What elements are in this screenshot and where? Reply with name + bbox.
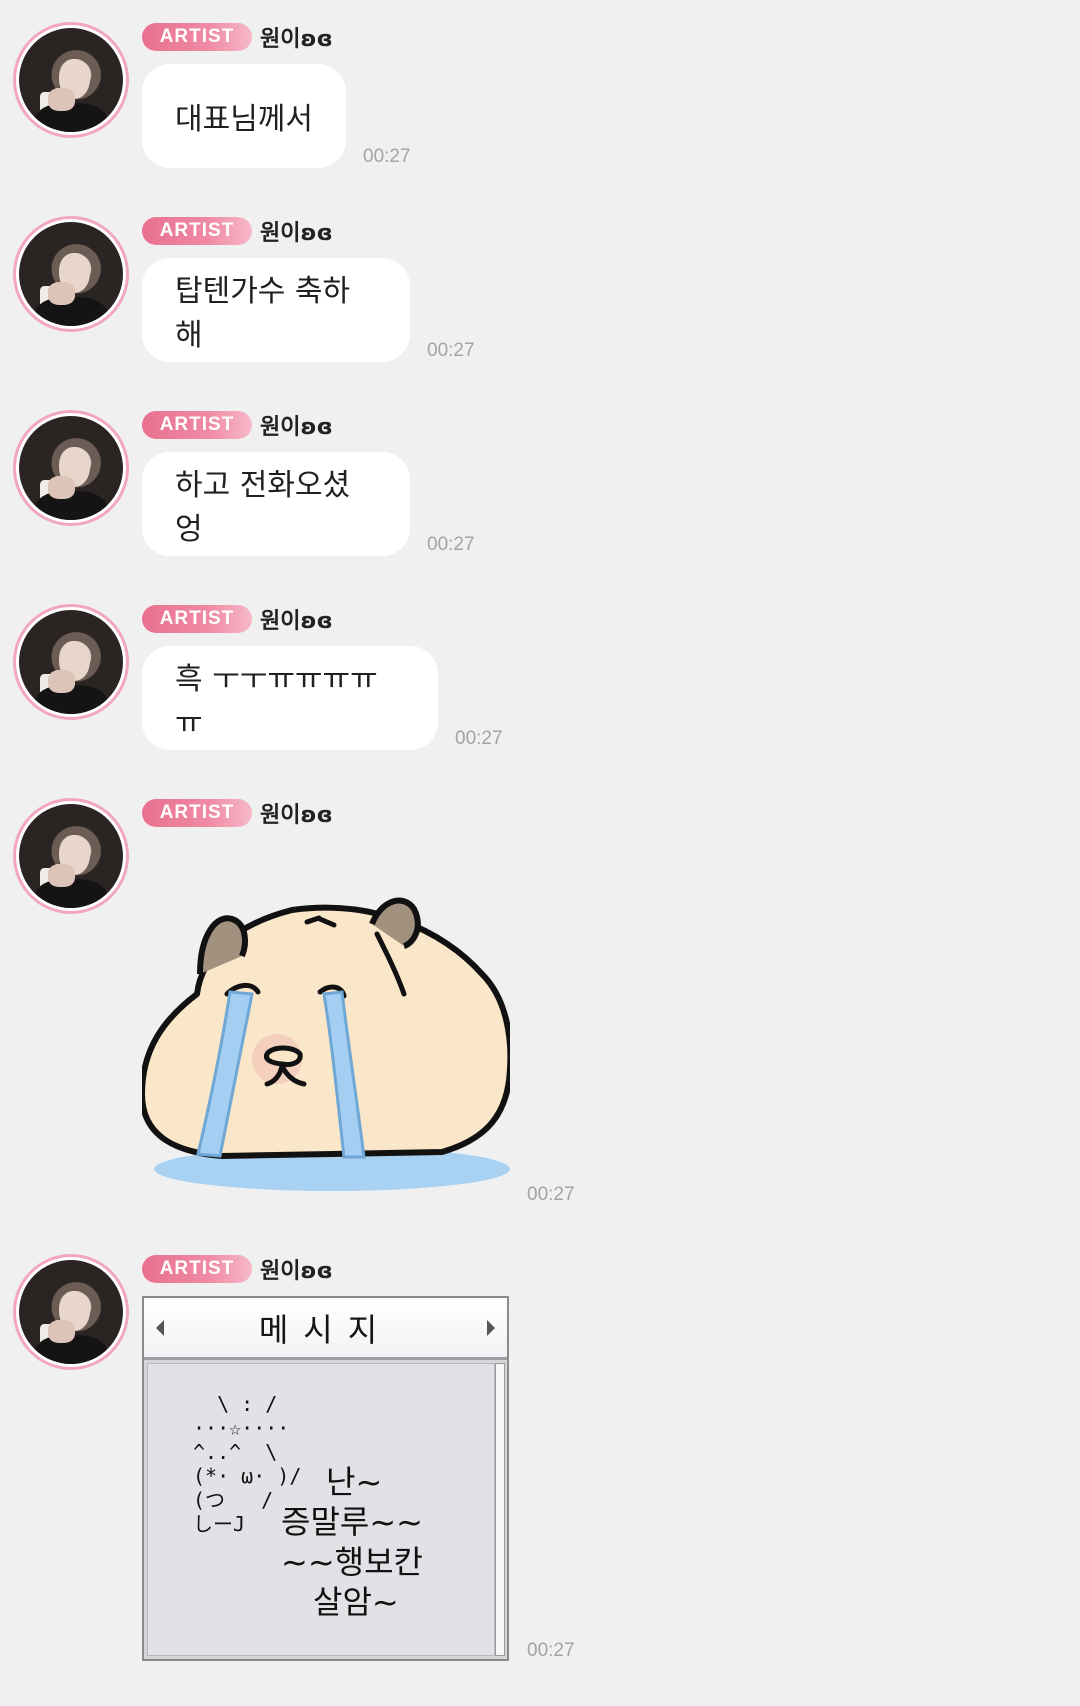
sender-line: ARTIST 원이ʚɞ bbox=[142, 604, 333, 634]
avatar[interactable] bbox=[13, 798, 129, 914]
avatar[interactable] bbox=[13, 22, 129, 138]
sender-name: 원이ʚɞ bbox=[260, 27, 333, 52]
sender-line: ARTIST 원이ʚɞ bbox=[142, 216, 333, 246]
message-bubble[interactable]: 흑 ㅜㅜㅠㅠㅠㅠㅠ bbox=[142, 646, 438, 750]
artist-badge: ARTIST bbox=[142, 217, 252, 245]
sender-name: 원이ʚɞ bbox=[260, 415, 333, 440]
message-bubble[interactable]: 대표님께서 bbox=[142, 64, 346, 168]
message-time: 00:27 bbox=[527, 1184, 575, 1205]
sender-line: ARTIST 원이ʚɞ bbox=[142, 1254, 333, 1284]
sender-name: 원이ʚɞ bbox=[260, 221, 333, 246]
sender-name: 원이ʚɞ bbox=[260, 1259, 333, 1284]
message-bubble[interactable]: 탑텐가수 축하해 bbox=[142, 258, 410, 362]
card-text-line: 증말루~~ bbox=[281, 1503, 423, 1541]
avatar[interactable] bbox=[13, 410, 129, 526]
message-time: 00:27 bbox=[363, 146, 411, 167]
message-time: 00:27 bbox=[455, 728, 503, 749]
triangle-right-icon bbox=[486, 1319, 495, 1336]
card-body: \ : / ···☆···· ^..^ \ (*· ω· )/ (つ / しーJ… bbox=[147, 1363, 495, 1656]
sender-line: ARTIST 원이ʚɞ bbox=[142, 22, 333, 52]
artist-badge: ARTIST bbox=[142, 23, 252, 51]
card-text: 난~ 증말루~~ ~~행보칸 살암~ bbox=[281, 1462, 423, 1622]
message-time: 00:27 bbox=[527, 1640, 575, 1661]
sender-line: ARTIST 원이ʚɞ bbox=[142, 410, 333, 440]
avatar[interactable] bbox=[13, 604, 129, 720]
scrollbar[interactable] bbox=[495, 1363, 505, 1656]
avatar[interactable] bbox=[13, 1254, 129, 1370]
avatar[interactable] bbox=[13, 216, 129, 332]
message-time: 00:27 bbox=[427, 534, 475, 555]
message-bubble[interactable]: 하고 전화오셨엉 bbox=[142, 452, 410, 556]
card-text-line: 난~ bbox=[326, 1463, 383, 1501]
triangle-left-icon bbox=[156, 1319, 164, 1336]
card-text-line: 살암~ bbox=[313, 1583, 399, 1621]
artist-badge: ARTIST bbox=[142, 411, 252, 439]
crying-capybara-sticker[interactable] bbox=[142, 874, 510, 1194]
message-time: 00:27 bbox=[427, 340, 475, 361]
card-title: 메시지 bbox=[258, 1310, 393, 1349]
artist-badge: ARTIST bbox=[142, 799, 252, 827]
card-header: 메시지 bbox=[144, 1298, 507, 1360]
card-text-line: ~~행보칸 bbox=[281, 1543, 423, 1581]
sender-line: ARTIST 원이ʚɞ bbox=[142, 798, 333, 828]
sender-name: 원이ʚɞ bbox=[260, 609, 333, 634]
artist-badge: ARTIST bbox=[142, 1255, 252, 1283]
sender-name: 원이ʚɞ bbox=[260, 803, 333, 828]
message-card[interactable]: 메시지 \ : / ···☆···· ^..^ \ (*· ω· )/ (つ /… bbox=[142, 1296, 509, 1661]
artist-badge: ARTIST bbox=[142, 605, 252, 633]
